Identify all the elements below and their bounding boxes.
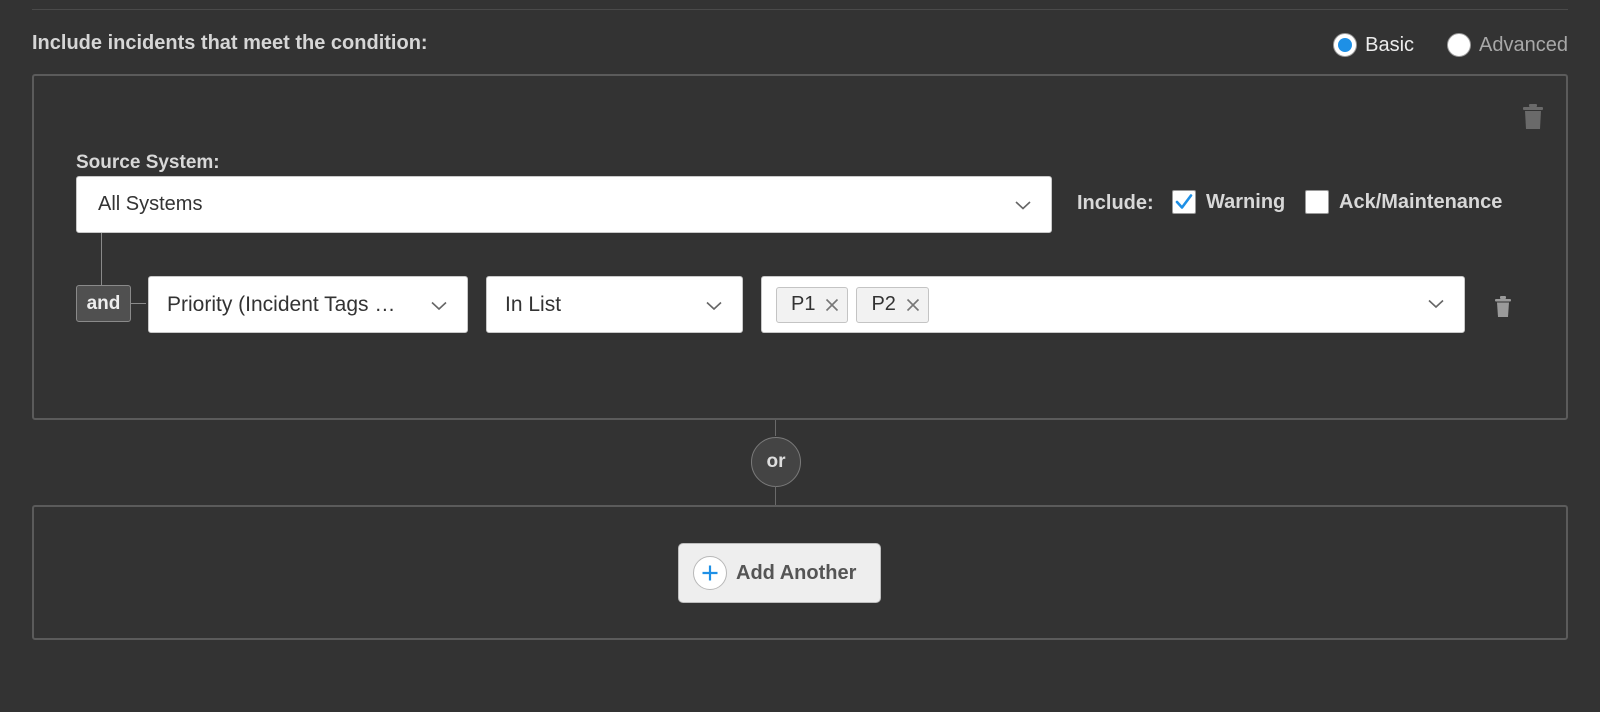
mode-radio-basic[interactable]: Basic bbox=[1333, 33, 1414, 57]
and-operator-badge: and bbox=[76, 285, 131, 322]
checkmark-icon bbox=[1175, 194, 1193, 209]
delete-condition-group-trash-icon[interactable] bbox=[1522, 104, 1544, 135]
mode-radio-advanced-label: Advanced bbox=[1479, 33, 1568, 56]
close-icon[interactable] bbox=[906, 298, 920, 312]
radio-unselected-indicator[interactable] bbox=[1447, 33, 1472, 57]
mode-radio-basic-label: Basic bbox=[1365, 33, 1415, 56]
checkbox-checked[interactable] bbox=[1172, 190, 1196, 214]
or-connector-line bbox=[775, 486, 776, 506]
source-system-label: Source System: bbox=[76, 152, 220, 173]
add-another-label: Add Another bbox=[736, 561, 857, 584]
source-system-value: All Systems bbox=[98, 193, 203, 215]
close-icon[interactable] bbox=[825, 298, 839, 312]
chevron-down-icon bbox=[1428, 296, 1444, 314]
value-tag-p1: P1 bbox=[776, 286, 849, 323]
source-system-select[interactable]: All Systems bbox=[76, 176, 1052, 233]
rule-operator-value: In List bbox=[505, 292, 562, 316]
include-ack-maintenance-label: Ack/Maintenance bbox=[1339, 190, 1503, 213]
include-warning-label: Warning bbox=[1206, 190, 1286, 213]
or-separator-badge: or bbox=[751, 437, 801, 487]
and-connector-line bbox=[101, 233, 102, 285]
mode-radio-advanced[interactable]: Advanced bbox=[1447, 33, 1568, 57]
include-warning-checkbox[interactable]: Warning bbox=[1172, 190, 1285, 214]
and-connector-line-horizontal bbox=[130, 303, 146, 304]
rule-field-select[interactable]: Priority (Incident Tags … bbox=[148, 276, 468, 333]
value-tag-label: P2 bbox=[871, 293, 896, 315]
chevron-down-icon bbox=[431, 293, 447, 317]
value-tag-p2: P2 bbox=[856, 286, 929, 323]
condition-group-panel: Source System: All Systems Include: Warn… bbox=[32, 74, 1568, 420]
condition-mode-radio-group: Basic Advanced bbox=[1333, 33, 1568, 57]
top-divider bbox=[32, 9, 1568, 10]
radio-selected-indicator[interactable] bbox=[1333, 33, 1358, 57]
value-tag-label: P1 bbox=[791, 293, 816, 315]
checkbox-unchecked[interactable] bbox=[1305, 190, 1329, 214]
rule-values-multiselect[interactable]: P1 P2 bbox=[761, 276, 1465, 333]
section-title: Include incidents that meet the conditio… bbox=[32, 32, 428, 54]
rule-operator-select[interactable]: In List bbox=[486, 276, 743, 333]
rule-field-value: Priority (Incident Tags … bbox=[167, 292, 396, 316]
plus-icon bbox=[693, 556, 727, 590]
or-connector-line bbox=[775, 420, 776, 436]
chevron-down-icon bbox=[706, 293, 722, 317]
add-another-button[interactable]: Add Another bbox=[678, 543, 881, 603]
include-label: Include: bbox=[1077, 192, 1154, 214]
delete-rule-trash-icon[interactable] bbox=[1494, 296, 1512, 323]
include-ack-maintenance-checkbox[interactable]: Ack/Maintenance bbox=[1305, 190, 1502, 214]
chevron-down-icon bbox=[1015, 193, 1031, 216]
